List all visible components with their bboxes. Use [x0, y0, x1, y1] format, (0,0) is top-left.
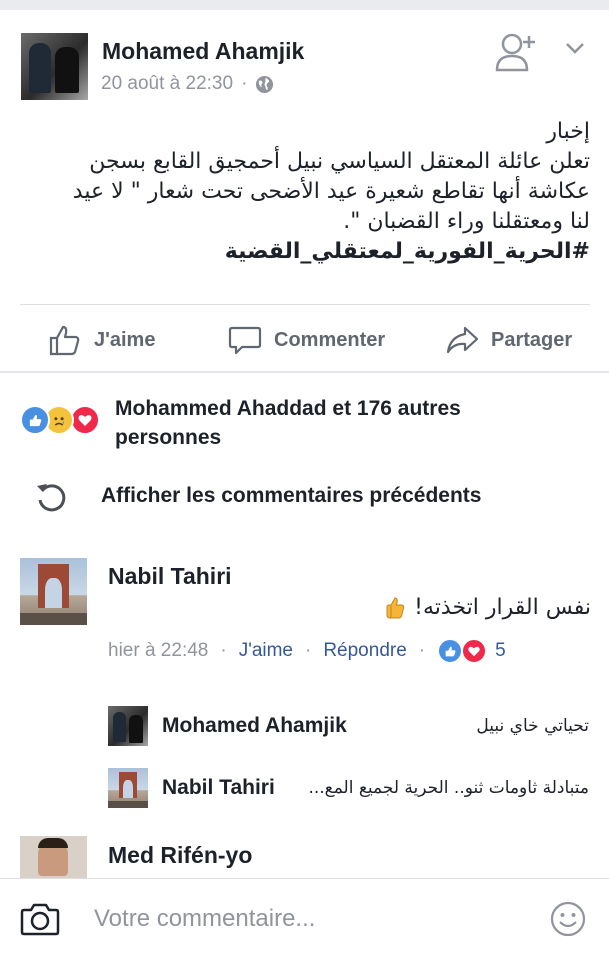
comment-time[interactable]: hier à 22:48: [108, 640, 208, 662]
commenter-name[interactable]: Med Rifén-yo: [108, 842, 252, 869]
like-label: J'aime: [94, 328, 156, 351]
thumbs-up-emoji-icon: [386, 597, 405, 619]
view-previous-comments[interactable]: Afficher les commentaires précédents: [0, 473, 609, 523]
top-separator-bar: [0, 0, 609, 10]
like-reaction-icon: [437, 638, 464, 664]
reply-avatar[interactable]: [108, 768, 148, 808]
comment-icon: [228, 326, 262, 355]
love-reaction-icon: [70, 405, 100, 435]
post-timestamp[interactable]: 20 août à 22:30: [101, 73, 233, 95]
post-body-line: تعلن عائلة المعتقل السياسي نبيل أحمجيق ا…: [89, 149, 590, 174]
share-button[interactable]: Partager: [445, 310, 572, 370]
share-icon: [446, 326, 479, 354]
comment-reaction-count[interactable]: 5: [495, 640, 506, 662]
reply-text[interactable]: متبادلة ثاومات ثنو.. الحرية لجميع المع..…: [308, 778, 589, 798]
reaction-icons: [20, 405, 104, 435]
camera-icon[interactable]: [20, 901, 60, 937]
post-body-line: عكاشة أنها تقاطع شعيرة عيد الأضحى تحت شع…: [72, 179, 590, 204]
add-friend-icon[interactable]: [495, 32, 537, 72]
meta-separator: ·: [241, 73, 248, 94]
post-actions-bar: J'aime Commenter Partager: [0, 310, 609, 370]
reply-avatar[interactable]: [108, 706, 148, 746]
like-reaction-icon: [20, 405, 50, 435]
comment-button[interactable]: Commenter: [228, 310, 385, 370]
section-divider: [0, 371, 609, 373]
reply-author-name[interactable]: Nabil Tahiri: [162, 776, 275, 800]
post-body-line: لنا ومعتقلنا وراء القضبان ".: [343, 209, 590, 234]
refresh-icon: [37, 484, 66, 512]
comment-input[interactable]: Votre commentaire...: [94, 905, 315, 933]
comment-reaction-badge[interactable]: [437, 638, 489, 664]
like-button[interactable]: J'aime: [48, 310, 155, 370]
commenter-avatar[interactable]: [20, 558, 87, 625]
comment-text: نفس القرار اتخذته!: [414, 595, 591, 620]
comment-label: Commenter: [274, 328, 386, 351]
post-hashtag[interactable]: #الحرية_الفورية_لمعتقلي_القضية: [22, 237, 590, 267]
globe-icon: [256, 75, 274, 93]
post-meta: 20 août à 22:30 ·: [101, 73, 274, 95]
reactions-summary[interactable]: Mohammed Ahaddad et 176 autres personnes: [0, 390, 609, 450]
smiley-icon[interactable]: [550, 901, 586, 937]
commenter-name[interactable]: Nabil Tahiri: [108, 563, 232, 590]
commenter-avatar[interactable]: [20, 836, 87, 878]
post-body: إخبار تعلن عائلة المعتقل السياسي نبيل أح…: [22, 117, 590, 267]
post-author-name[interactable]: Mohamed Ahamjik: [102, 38, 304, 65]
comment-meta: hier à 22:48 · J'aime · Répondre · 5: [108, 638, 506, 664]
comment-like-link[interactable]: J'aime: [239, 640, 293, 662]
comment-reply-link[interactable]: Répondre: [323, 640, 406, 662]
divider: [20, 304, 590, 305]
reply-author-name[interactable]: Mohamed Ahamjik: [162, 714, 347, 738]
reactions-line-1: Mohammed Ahaddad et 176 autres: [115, 397, 461, 420]
post-body-line: إخبار: [546, 119, 590, 144]
comment-composer: Votre commentaire...: [0, 878, 609, 960]
chevron-down-icon[interactable]: [564, 40, 586, 56]
thumbs-up-icon: [49, 325, 80, 356]
reactions-text: Mohammed Ahaddad et 176 autres personnes: [115, 394, 595, 452]
author-avatar[interactable]: [21, 33, 88, 100]
love-reaction-icon: [461, 638, 488, 664]
reply-text[interactable]: تحياتي خاي نبيل: [476, 716, 589, 736]
post-header: Mohamed Ahamjik 20 août à 22:30 ·: [0, 10, 609, 110]
share-label: Partager: [491, 328, 573, 351]
previous-comments-label: Afficher les commentaires précédents: [101, 484, 482, 507]
comment-text-row: نفس القرار اتخذته!: [382, 592, 591, 624]
reactions-line-2: personnes: [115, 426, 222, 449]
